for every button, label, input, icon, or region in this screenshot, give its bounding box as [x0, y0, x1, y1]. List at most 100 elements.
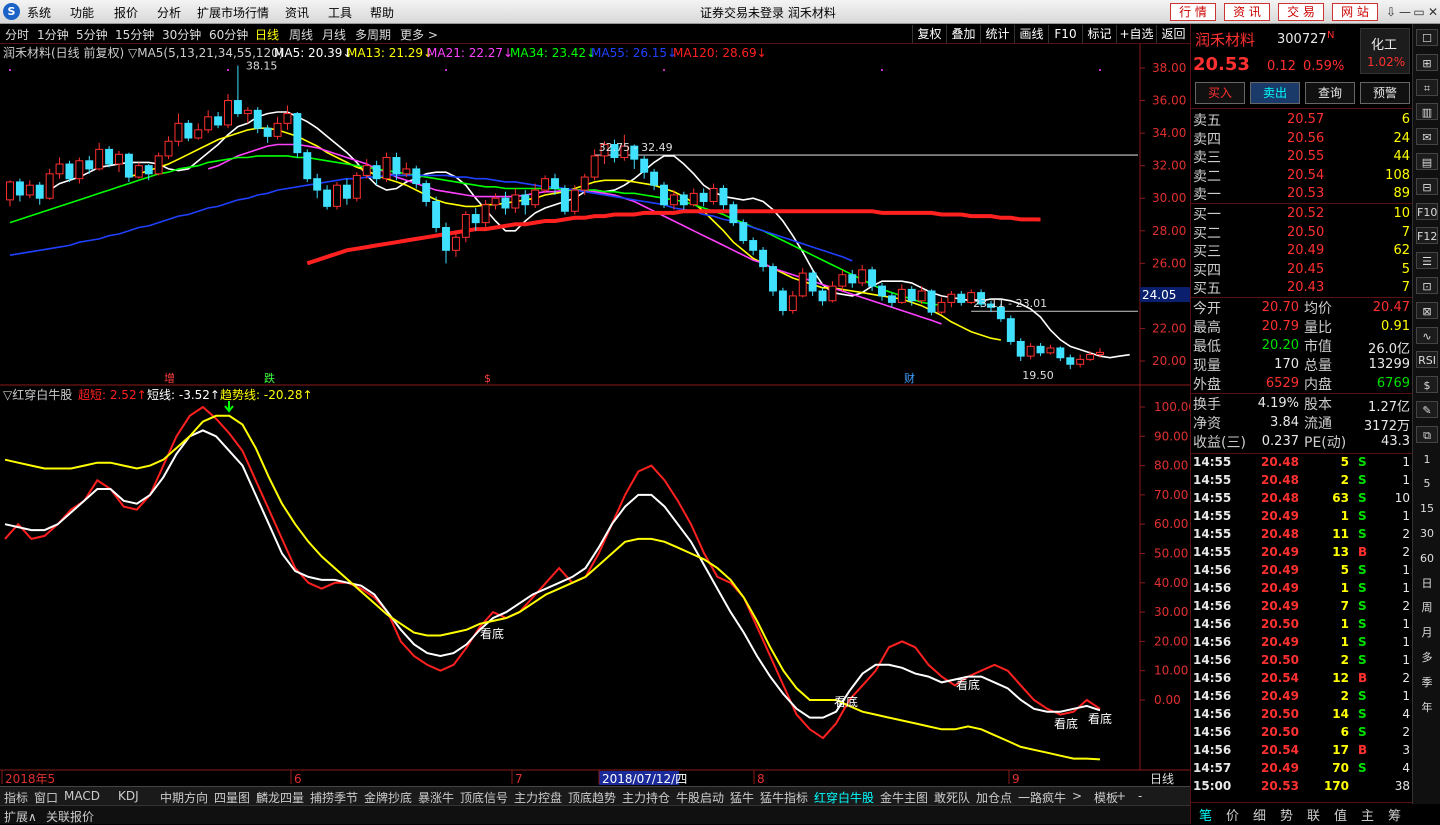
quick-button[interactable]: 资 讯: [1224, 3, 1270, 21]
chart-tool-button[interactable]: +自选: [1116, 25, 1156, 43]
right-tool-button[interactable]: 周: [1416, 599, 1438, 616]
indicator-tab[interactable]: MACD: [64, 789, 100, 803]
menu-item[interactable]: 分析: [157, 4, 181, 21]
chart-tool-button[interactable]: 画线: [1014, 25, 1048, 43]
period-tab[interactable]: 30分钟: [162, 26, 201, 43]
period-tab[interactable]: 日线: [255, 26, 279, 43]
industry-box[interactable]: 化工 1.02%: [1360, 28, 1410, 74]
trade-action-button[interactable]: 买入: [1195, 82, 1245, 104]
menu-item[interactable]: 工具: [328, 4, 352, 21]
right-tool-button[interactable]: ⊟: [1416, 177, 1438, 195]
menu-item[interactable]: 扩展市场行情: [197, 4, 269, 21]
event-marker[interactable]: 财: [904, 371, 915, 385]
indicator-tab[interactable]: 指标: [4, 789, 28, 806]
right-tool-button[interactable]: ⊠: [1416, 301, 1438, 319]
menu-item[interactable]: 功能: [70, 4, 94, 21]
indicator-tab[interactable]: 猛牛指标: [760, 789, 808, 806]
quick-button[interactable]: 交 易: [1278, 3, 1324, 21]
indicator-tab[interactable]: 牛股启动: [676, 789, 724, 806]
event-marker[interactable]: 跌: [264, 371, 275, 385]
chart-tool-button[interactable]: 返回: [1156, 25, 1190, 43]
right-tool-button[interactable]: 季: [1416, 674, 1438, 691]
period-tab[interactable]: 60分钟: [209, 26, 248, 43]
indicator-tab[interactable]: 捕捞季节: [310, 789, 358, 806]
right-tool-button[interactable]: F10: [1416, 202, 1438, 220]
right-tool-button[interactable]: ☐: [1416, 29, 1438, 46]
right-tool-button[interactable]: 日: [1416, 575, 1438, 592]
right-tool-button[interactable]: ⊡: [1416, 277, 1438, 294]
indicator-tab[interactable]: 敢死队: [934, 789, 970, 806]
right-tool-button[interactable]: ▥: [1416, 103, 1438, 121]
chart-tool-button[interactable]: 统计: [980, 25, 1014, 43]
right-tool-button[interactable]: ▤: [1416, 153, 1438, 170]
chart-tool-button[interactable]: 叠加: [946, 25, 980, 43]
quick-button[interactable]: 行 情: [1170, 3, 1216, 21]
right-tool-button[interactable]: 多: [1416, 649, 1438, 666]
period-tab[interactable]: 更多 >: [400, 26, 438, 43]
right-tool-button[interactable]: F12: [1416, 227, 1438, 245]
chart-tool-button[interactable]: 复权: [912, 25, 946, 43]
chart-area[interactable]: 38.0036.0034.0032.0030.0028.0026.0024.00…: [0, 44, 1190, 786]
indicator-tab[interactable]: 四量图: [214, 789, 250, 806]
indicator-tab[interactable]: 主力持仓: [622, 789, 670, 806]
indicator-tab[interactable]: 暴涨牛: [418, 789, 454, 806]
quick-button[interactable]: 网 站: [1332, 3, 1378, 21]
indicator-tab[interactable]: 麟龙四量: [256, 789, 304, 806]
indicator-tab[interactable]: 主力控盘: [514, 789, 562, 806]
chart-tool-button[interactable]: 标记: [1082, 25, 1116, 43]
indicator-tab[interactable]: 金牌抄底: [364, 789, 412, 806]
right-tool-button[interactable]: 月: [1416, 624, 1438, 641]
indicator-tab[interactable]: 红穿白牛股: [814, 789, 874, 806]
right-tool-button[interactable]: RSI: [1416, 351, 1438, 369]
menu-item[interactable]: 报价: [114, 4, 138, 21]
right-tool-button[interactable]: ✉: [1416, 128, 1438, 146]
indicator-tab[interactable]: -: [1138, 789, 1142, 803]
right-tool-button[interactable]: ⌗: [1416, 78, 1438, 96]
menu-item[interactable]: 资讯: [285, 4, 309, 21]
indicator-tab[interactable]: KDJ: [118, 789, 139, 803]
trade-action-button[interactable]: 查询: [1305, 82, 1355, 104]
menu-item[interactable]: 帮助: [370, 4, 394, 21]
status-item[interactable]: 扩展∧: [4, 808, 37, 825]
right-tool-button[interactable]: 5: [1416, 475, 1438, 492]
indicator-tab[interactable]: 中期方向: [160, 789, 208, 806]
period-tab[interactable]: 月线: [322, 26, 346, 43]
indicator-tab[interactable]: >: [1072, 789, 1082, 803]
indicator-tab[interactable]: 顶底趋势: [568, 789, 616, 806]
period-tab[interactable]: 1分钟: [37, 26, 69, 43]
close-icon[interactable]: ✕: [1424, 3, 1440, 21]
quote-bottom-tab[interactable]: 细: [1253, 805, 1266, 824]
indicator-tab[interactable]: 金牛主图: [880, 789, 928, 806]
quote-bottom-tab[interactable]: 主: [1361, 805, 1374, 824]
event-marker[interactable]: $: [484, 372, 491, 385]
right-tool-button[interactable]: ⧉: [1416, 425, 1438, 443]
right-tool-button[interactable]: 30: [1416, 525, 1438, 542]
quote-bottom-tab[interactable]: 势: [1280, 805, 1293, 824]
quote-bottom-tab[interactable]: 筹: [1388, 805, 1401, 824]
period-tab[interactable]: 分时: [5, 26, 29, 43]
indicator-tab[interactable]: 窗口: [34, 789, 58, 806]
trade-action-button[interactable]: 卖出: [1250, 82, 1300, 104]
indicator-tab[interactable]: 模板: [1094, 789, 1118, 806]
indicator-tab[interactable]: 猛牛: [730, 789, 754, 806]
indicator-tab[interactable]: +: [1116, 789, 1126, 803]
right-tool-button[interactable]: 60: [1416, 550, 1438, 567]
quote-bottom-tab[interactable]: 联: [1307, 805, 1320, 824]
indicator-tab[interactable]: 加仓点: [976, 789, 1012, 806]
period-tab[interactable]: 15分钟: [115, 26, 154, 43]
status-item[interactable]: 关联报价: [46, 808, 94, 825]
right-tool-button[interactable]: ⊞: [1416, 53, 1438, 71]
period-tab[interactable]: 周线: [289, 26, 313, 43]
period-tab[interactable]: 多周期: [355, 26, 391, 43]
event-marker[interactable]: 增: [164, 371, 175, 385]
kline-chart[interactable]: 38.0036.0034.0032.0030.0028.0026.0024.00…: [0, 44, 1190, 786]
quote-bottom-tab[interactable]: 值: [1334, 805, 1347, 824]
right-tool-button[interactable]: $: [1416, 376, 1438, 394]
chart-tool-button[interactable]: F10: [1048, 25, 1082, 43]
right-tool-button[interactable]: 年: [1416, 699, 1438, 716]
right-tool-button[interactable]: ∿: [1416, 326, 1438, 344]
right-tool-button[interactable]: ☰: [1416, 252, 1438, 270]
trade-action-button[interactable]: 预警: [1360, 82, 1410, 104]
right-tool-button[interactable]: 15: [1416, 500, 1438, 517]
indicator-tab[interactable]: 顶底信号: [460, 789, 508, 806]
